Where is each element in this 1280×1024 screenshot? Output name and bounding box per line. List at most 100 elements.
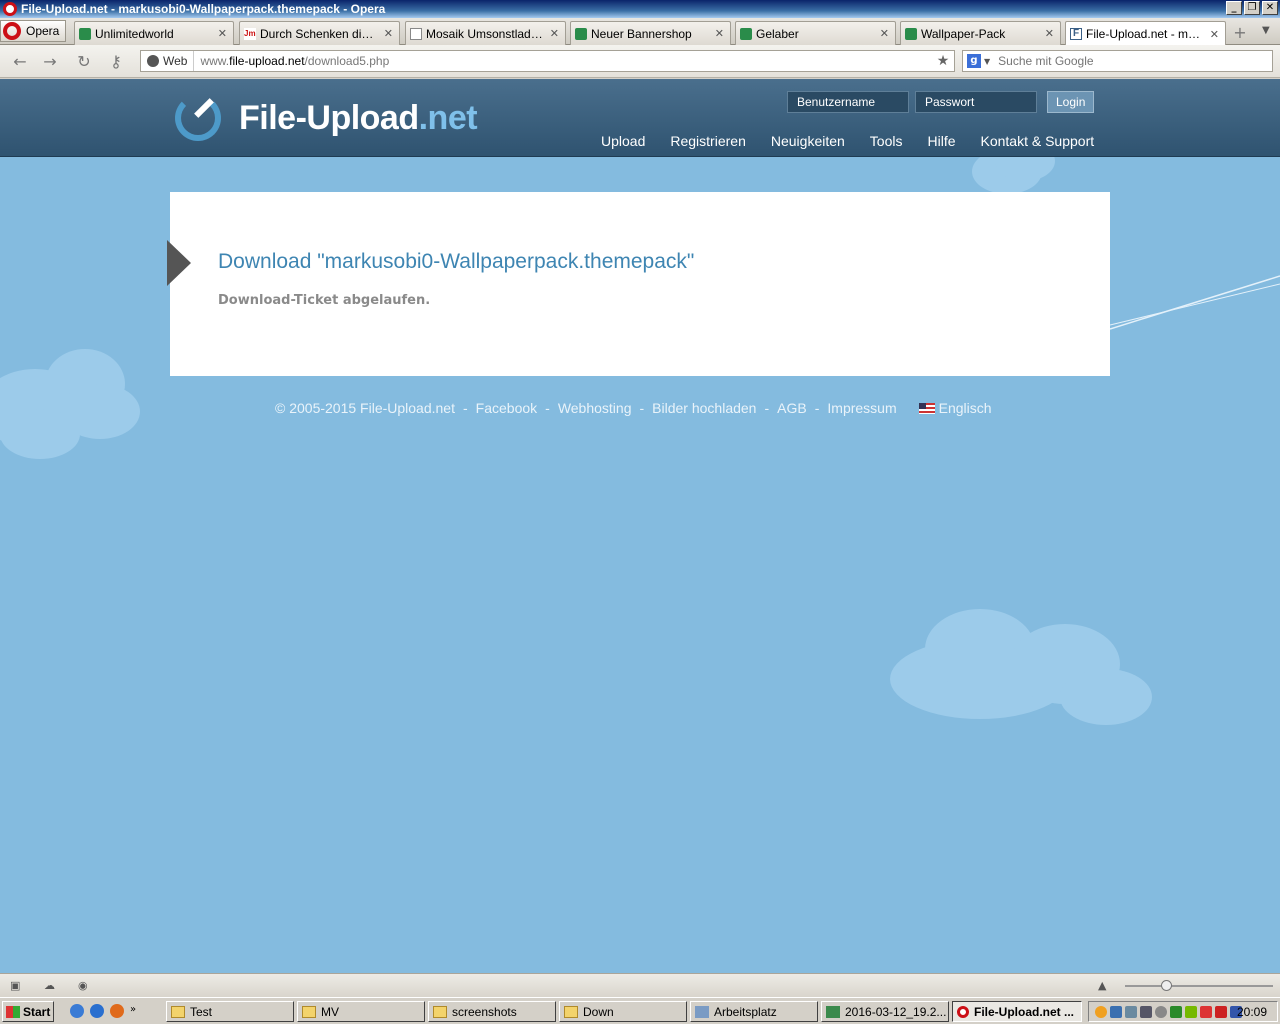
nav-upload[interactable]: Upload xyxy=(601,133,645,149)
tab-mosaik[interactable]: Mosaik Umsonstladen u... ✕ xyxy=(405,21,566,45)
footer-link-impressum[interactable]: Impressum xyxy=(827,400,896,416)
close-tab-icon[interactable]: ✕ xyxy=(1045,27,1054,40)
nav-neuigkeiten[interactable]: Neuigkeiten xyxy=(771,133,845,149)
battery-icon[interactable] xyxy=(1170,1005,1182,1018)
show-desktop-icon[interactable] xyxy=(70,1004,84,1018)
document-icon xyxy=(410,27,422,40)
close-window-button[interactable]: ✕ xyxy=(1262,1,1278,15)
taskbar-button-label: screenshots xyxy=(452,1004,517,1019)
password-input[interactable] xyxy=(915,91,1037,113)
firefox-icon[interactable] xyxy=(110,1004,124,1018)
folder-icon xyxy=(564,1005,578,1018)
main-nav: Upload Registrieren Neuigkeiten Tools Hi… xyxy=(601,133,1094,149)
username-input[interactable] xyxy=(787,91,909,113)
search-input[interactable] xyxy=(998,54,1259,68)
new-tab-plus-icon[interactable]: + xyxy=(1230,23,1250,42)
settings-icon[interactable] xyxy=(1155,1005,1167,1018)
nvidia-icon[interactable] xyxy=(1185,1005,1197,1018)
antivirus-icon[interactable] xyxy=(1215,1005,1227,1018)
close-tab-icon[interactable]: ✕ xyxy=(550,27,559,40)
restore-button[interactable]: ❐ xyxy=(1244,1,1260,15)
zoom-slider[interactable] xyxy=(1125,980,1273,991)
cube-icon xyxy=(79,27,91,40)
browser-status-bar: ▣ ☁ ◉ ▲ xyxy=(0,973,1280,997)
minimize-button[interactable]: _ xyxy=(1226,1,1242,15)
web-badge-label: Web xyxy=(163,54,188,68)
monitor-icon[interactable] xyxy=(1125,1005,1137,1018)
tab-list-chevron-down-icon[interactable]: ▼ xyxy=(1262,25,1270,36)
tab-neuer-bannershop[interactable]: Neuer Bannershop ✕ xyxy=(570,21,731,45)
clock[interactable]: 20:09 xyxy=(1237,1005,1267,1019)
footer-link-agb[interactable]: AGB xyxy=(777,400,807,416)
opera-logo-icon xyxy=(3,22,21,40)
chevron-up-icon[interactable]: ▲ xyxy=(1098,979,1112,992)
login-button[interactable]: Login xyxy=(1047,91,1095,113)
close-tab-icon[interactable]: ✕ xyxy=(715,27,724,40)
footer-link-bilder-hochladen[interactable]: Bilder hochladen xyxy=(652,400,756,416)
close-tab-icon[interactable]: ✕ xyxy=(384,27,393,40)
close-tab-icon[interactable]: ✕ xyxy=(218,27,227,40)
search-box[interactable]: g ▼ xyxy=(962,50,1273,72)
forward-arrow-icon[interactable]: → xyxy=(40,52,60,72)
footer-link-webhosting[interactable]: Webhosting xyxy=(558,400,632,416)
close-tab-icon[interactable]: ✕ xyxy=(880,27,889,40)
google-icon[interactable]: g xyxy=(967,54,981,68)
nav-hilfe[interactable]: Hilfe xyxy=(927,133,955,149)
taskbar-button-mv[interactable]: MV xyxy=(297,1001,425,1022)
navigation-bar: ← → ↻ ⚷ Web www.file-upload.net/download… xyxy=(0,45,1280,78)
footer-link-facebook[interactable]: Facebook xyxy=(476,400,537,416)
back-arrow-icon[interactable]: ← xyxy=(10,52,30,72)
footer-separator: - xyxy=(639,400,645,416)
footer-separator: - xyxy=(764,400,770,416)
tray-app-icon[interactable] xyxy=(1095,1005,1107,1018)
chevron-right-icon[interactable]: » xyxy=(130,1004,138,1018)
tab-durch-schenken[interactable]: Jm Durch Schenken die Ba... ✕ xyxy=(239,21,400,45)
upload-arrow-icon xyxy=(175,95,221,141)
taskbar-button-down[interactable]: Down xyxy=(559,1001,687,1022)
footer-language-link[interactable]: Englisch xyxy=(939,400,992,416)
tab-unlimitedworld[interactable]: Unlimitedworld ✕ xyxy=(74,21,234,45)
reload-icon[interactable]: ↻ xyxy=(74,52,94,72)
taskbar-button-label: 2016-03-12_19.2... xyxy=(845,1004,947,1019)
tab-wallpaper-pack[interactable]: Wallpaper-Pack ✕ xyxy=(900,21,1061,45)
taskbar-button-opera[interactable]: File-Upload.net ... xyxy=(952,1001,1082,1022)
chevron-down-icon[interactable]: ▼ xyxy=(984,57,990,66)
taskbar-button-arbeitsplatz[interactable]: Arbeitsplatz xyxy=(690,1001,818,1022)
taskbar-button-test[interactable]: Test xyxy=(166,1001,294,1022)
tab-label: Wallpaper-Pack xyxy=(921,26,1006,41)
web-badge[interactable]: Web xyxy=(141,51,195,71)
security-icon[interactable] xyxy=(1200,1005,1212,1018)
system-tray: 20:09 xyxy=(1088,1001,1278,1022)
panel-toggle-icon[interactable]: ▣ xyxy=(10,979,24,992)
key-icon[interactable]: ⚷ xyxy=(106,52,126,72)
bookmark-star-icon[interactable]: ★ xyxy=(932,53,954,69)
folder-icon xyxy=(302,1005,316,1018)
globe-icon xyxy=(147,55,159,67)
nav-registrieren[interactable]: Registrieren xyxy=(670,133,745,149)
nav-kontakt-support[interactable]: Kontakt & Support xyxy=(981,133,1095,149)
taskbar-button-screenshots[interactable]: screenshots xyxy=(428,1001,556,1022)
logo-tld: .net xyxy=(418,98,478,137)
network-icon[interactable] xyxy=(1110,1005,1122,1018)
tab-gelaber[interactable]: Gelaber ✕ xyxy=(735,21,896,45)
tab-file-upload[interactable]: F File-Upload.net - mark... ✕ xyxy=(1065,21,1226,46)
folder-icon xyxy=(171,1005,185,1018)
site-footer: © 2005-2015 File-Upload.net - Facebook -… xyxy=(275,400,992,416)
cloud-icon[interactable]: ☁ xyxy=(44,979,58,992)
close-tab-icon[interactable]: ✕ xyxy=(1210,28,1219,41)
speed-dial-icon[interactable]: ◉ xyxy=(78,979,92,992)
folder-icon xyxy=(433,1005,447,1018)
volume-icon[interactable] xyxy=(1140,1005,1152,1018)
start-button[interactable]: Start xyxy=(2,1001,54,1022)
logo-text: File-Upload.net xyxy=(239,98,478,138)
nav-tools[interactable]: Tools xyxy=(870,133,903,149)
contrail-decoration xyxy=(1110,275,1280,330)
opera-menu-button[interactable]: Opera xyxy=(0,20,66,42)
address-url[interactable]: www.file-upload.net/download5.php xyxy=(194,54,932,68)
taskbar-button-image[interactable]: 2016-03-12_19.2... xyxy=(821,1001,949,1022)
site-logo[interactable]: File-Upload.net xyxy=(175,95,478,141)
internet-explorer-icon[interactable] xyxy=(90,1004,104,1018)
taskbar-button-label: Arbeitsplatz xyxy=(714,1004,777,1019)
zoom-slider-handle[interactable] xyxy=(1161,980,1172,991)
address-bar[interactable]: Web www.file-upload.net/download5.php ★ xyxy=(140,50,955,72)
